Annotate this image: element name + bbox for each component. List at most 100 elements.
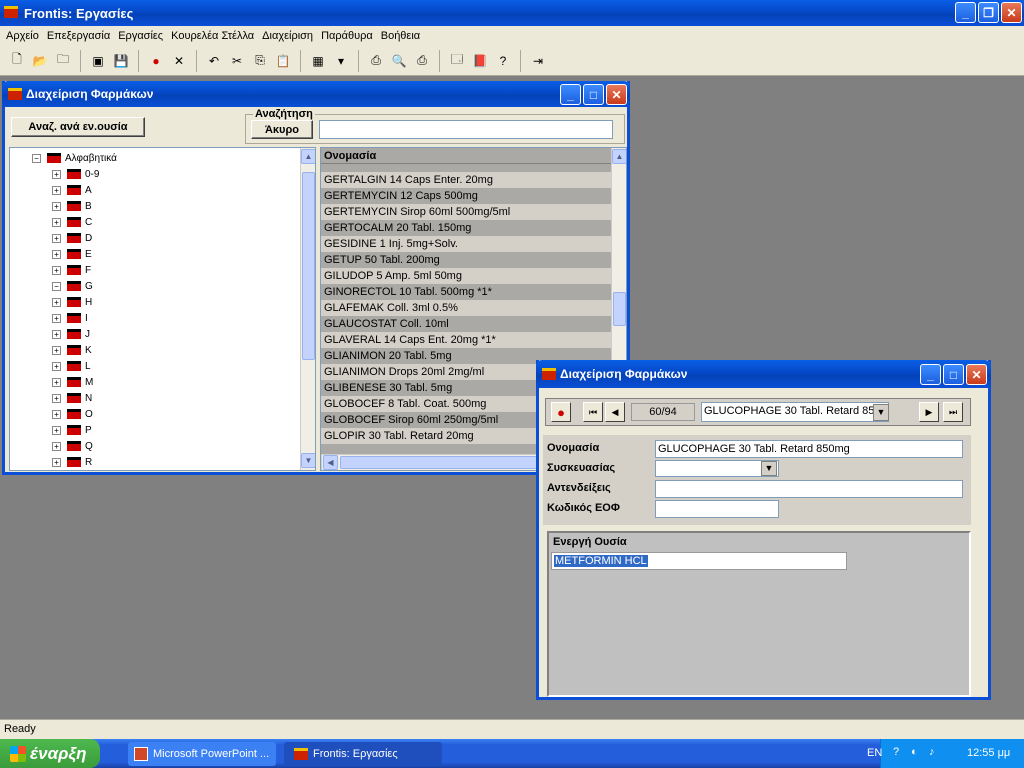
expand-toggle-icon[interactable]: + <box>52 441 61 451</box>
tree-node[interactable]: + K <box>52 342 92 358</box>
properties-icon[interactable]: 🗔 <box>446 50 468 72</box>
tree-node[interactable]: + Q <box>52 438 93 454</box>
expand-toggle-icon[interactable]: + <box>52 345 61 355</box>
record-icon[interactable]: ● <box>145 50 167 72</box>
copy-icon[interactable]: ⎘ <box>249 50 271 72</box>
grid-row[interactable]: GERTOCALM 20 Tabl. 150mg <box>321 220 611 236</box>
app-icon[interactable] <box>4 6 18 18</box>
delete-icon[interactable]: ✕ <box>168 50 190 72</box>
record-add-button[interactable]: ● <box>551 402 571 422</box>
grid-row[interactable]: GERTEMYCIN Sirop 60ml 500mg/5ml <box>321 204 611 220</box>
expand-toggle-icon[interactable]: + <box>52 329 61 339</box>
last-record-button[interactable]: ⏭ <box>943 402 963 422</box>
expand-toggle-icon[interactable]: + <box>52 313 61 323</box>
undo-icon[interactable]: ↶ <box>203 50 225 72</box>
expand-toggle-icon[interactable]: + <box>52 201 61 211</box>
menu-item-0[interactable]: Αρχείο <box>4 30 45 42</box>
expand-toggle-icon[interactable]: + <box>52 457 61 467</box>
detail-close-button[interactable]: ✕ <box>966 364 987 385</box>
menu-item-2[interactable]: Εργασίες <box>116 30 169 42</box>
tree-node[interactable]: + O <box>52 406 93 422</box>
tree-node[interactable]: + E <box>52 246 92 262</box>
tree-node[interactable]: +0-9 <box>52 166 99 182</box>
eof-code-field[interactable] <box>655 500 779 518</box>
contraindications-field[interactable] <box>655 480 963 498</box>
record-select[interactable]: GLUCOPHAGE 30 Tabl. Retard 850 <box>701 402 889 422</box>
detail-maximize-button[interactable]: □ <box>943 364 964 385</box>
tree-node[interactable]: + I <box>52 310 88 326</box>
name-field[interactable]: GLUCOPHAGE 30 Tabl. Retard 850mg <box>655 440 963 458</box>
child-minimize-button[interactable]: _ <box>560 84 581 105</box>
grid-row[interactable]: GESIDINE 1 Inj. 5mg+Solv. <box>321 236 611 252</box>
help-icon[interactable]: ? <box>492 50 514 72</box>
menu-item-5[interactable]: Παράθυρα <box>319 30 379 42</box>
open-icon[interactable]: 📂 <box>29 50 51 72</box>
tree-node[interactable]: + J <box>52 326 90 342</box>
tree-node[interactable]: + A <box>52 182 92 198</box>
tree-node[interactable]: + C <box>52 214 92 230</box>
minimize-button[interactable]: _ <box>955 2 976 23</box>
detail-minimize-button[interactable]: _ <box>920 364 941 385</box>
tree-node[interactable]: + H <box>52 294 92 310</box>
tree-node[interactable]: + D <box>52 230 92 246</box>
tray-sound-icon[interactable]: ♪ <box>929 746 935 758</box>
prev-record-button[interactable]: ◀ <box>605 402 625 422</box>
expand-toggle-icon[interactable]: + <box>52 249 61 259</box>
tree-scroll-down-icon[interactable]: ▼ <box>301 453 315 468</box>
expand-toggle-icon[interactable]: + <box>52 233 61 243</box>
taskbar-item-frontis[interactable]: Frontis: Εργασίες <box>284 742 442 766</box>
tree-node[interactable]: + N <box>52 390 92 406</box>
print-preview-icon[interactable]: 🔍 <box>388 50 410 72</box>
expand-toggle-icon[interactable]: − <box>52 281 61 291</box>
menu-item-3[interactable]: Κουρελέα Στέλλα <box>169 30 260 42</box>
child-close-button[interactable]: ✕ <box>606 84 627 105</box>
tree-node[interactable]: + F <box>52 262 91 278</box>
tree-node[interactable]: + M <box>52 374 93 390</box>
book-icon[interactable]: 📕 <box>469 50 491 72</box>
grid-scroll-up-icon[interactable]: ▲ <box>612 149 626 164</box>
tree-node[interactable]: + B <box>52 198 92 214</box>
restore-button[interactable]: ❐ <box>978 2 999 23</box>
expand-toggle-icon[interactable]: + <box>52 393 61 403</box>
tree-node[interactable]: + L <box>52 358 91 374</box>
save-icon[interactable]: 💾 <box>110 50 132 72</box>
tree-scroll-thumb[interactable] <box>302 172 315 360</box>
close-button[interactable]: ✕ <box>1001 2 1022 23</box>
substance-field[interactable]: METFORMIN HCL <box>551 552 847 570</box>
print-icon[interactable]: ⎙ <box>365 50 387 72</box>
cut-icon[interactable]: ✂ <box>226 50 248 72</box>
packaging-dropdown-icon[interactable]: ▼ <box>761 461 777 476</box>
tree-scrollbar[interactable]: ▲ ▼ <box>300 148 315 470</box>
grid-row[interactable]: GLAVERAL 14 Caps Ent. 20mg *1* <box>321 332 611 348</box>
exit-icon[interactable]: ⇥ <box>527 50 549 72</box>
expand-toggle-icon[interactable]: + <box>52 361 61 371</box>
grid-scroll-left-icon[interactable]: ◀ <box>323 455 338 470</box>
child-maximize-button[interactable]: □ <box>583 84 604 105</box>
grid-row[interactable]: GINORECTOL 10 Tabl. 500mg *1* <box>321 284 611 300</box>
printer-icon[interactable]: ⎙ <box>411 50 433 72</box>
grid-row[interactable]: GLAUCOSTAT Coll. 10ml <box>321 316 611 332</box>
record-select-dropdown-icon[interactable]: ▼ <box>873 404 889 421</box>
menu-item-1[interactable]: Επεξεργασία <box>45 30 116 42</box>
next-record-button[interactable]: ▶ <box>919 402 939 422</box>
search-input[interactable] <box>319 120 613 139</box>
grid-row[interactable]: GLAFEMAK Coll. 3ml 0.5% <box>321 300 611 316</box>
tree-root[interactable]: − Αλφαβητικά <box>32 150 117 166</box>
expand-toggle-icon[interactable]: + <box>52 425 61 435</box>
tray-help-icon[interactable]: ? <box>893 746 899 758</box>
tree-node[interactable]: + R <box>52 454 92 470</box>
expand-toggle-icon[interactable]: + <box>52 409 61 419</box>
grid-header[interactable]: Ονομασία <box>321 148 611 164</box>
expand-toggle-icon[interactable]: + <box>52 377 61 387</box>
folder-icon[interactable]: 🗀 <box>52 50 74 72</box>
first-record-button[interactable]: ⏮ <box>583 402 603 422</box>
taskbar-item-powerpoint[interactable]: Microsoft PowerPoint ... <box>128 742 276 766</box>
expand-toggle-icon[interactable]: + <box>52 169 61 179</box>
tray-network-icon[interactable]: ◐ <box>911 746 918 758</box>
menu-item-6[interactable]: Βοήθεια <box>379 30 426 42</box>
dropdown-icon[interactable]: ▾ <box>330 50 352 72</box>
grid-icon[interactable]: ▦ <box>307 50 329 72</box>
tree-node[interactable]: − G <box>52 278 93 294</box>
cancel-button[interactable]: Άκυρο <box>251 120 313 139</box>
expand-toggle-icon[interactable]: + <box>52 297 61 307</box>
